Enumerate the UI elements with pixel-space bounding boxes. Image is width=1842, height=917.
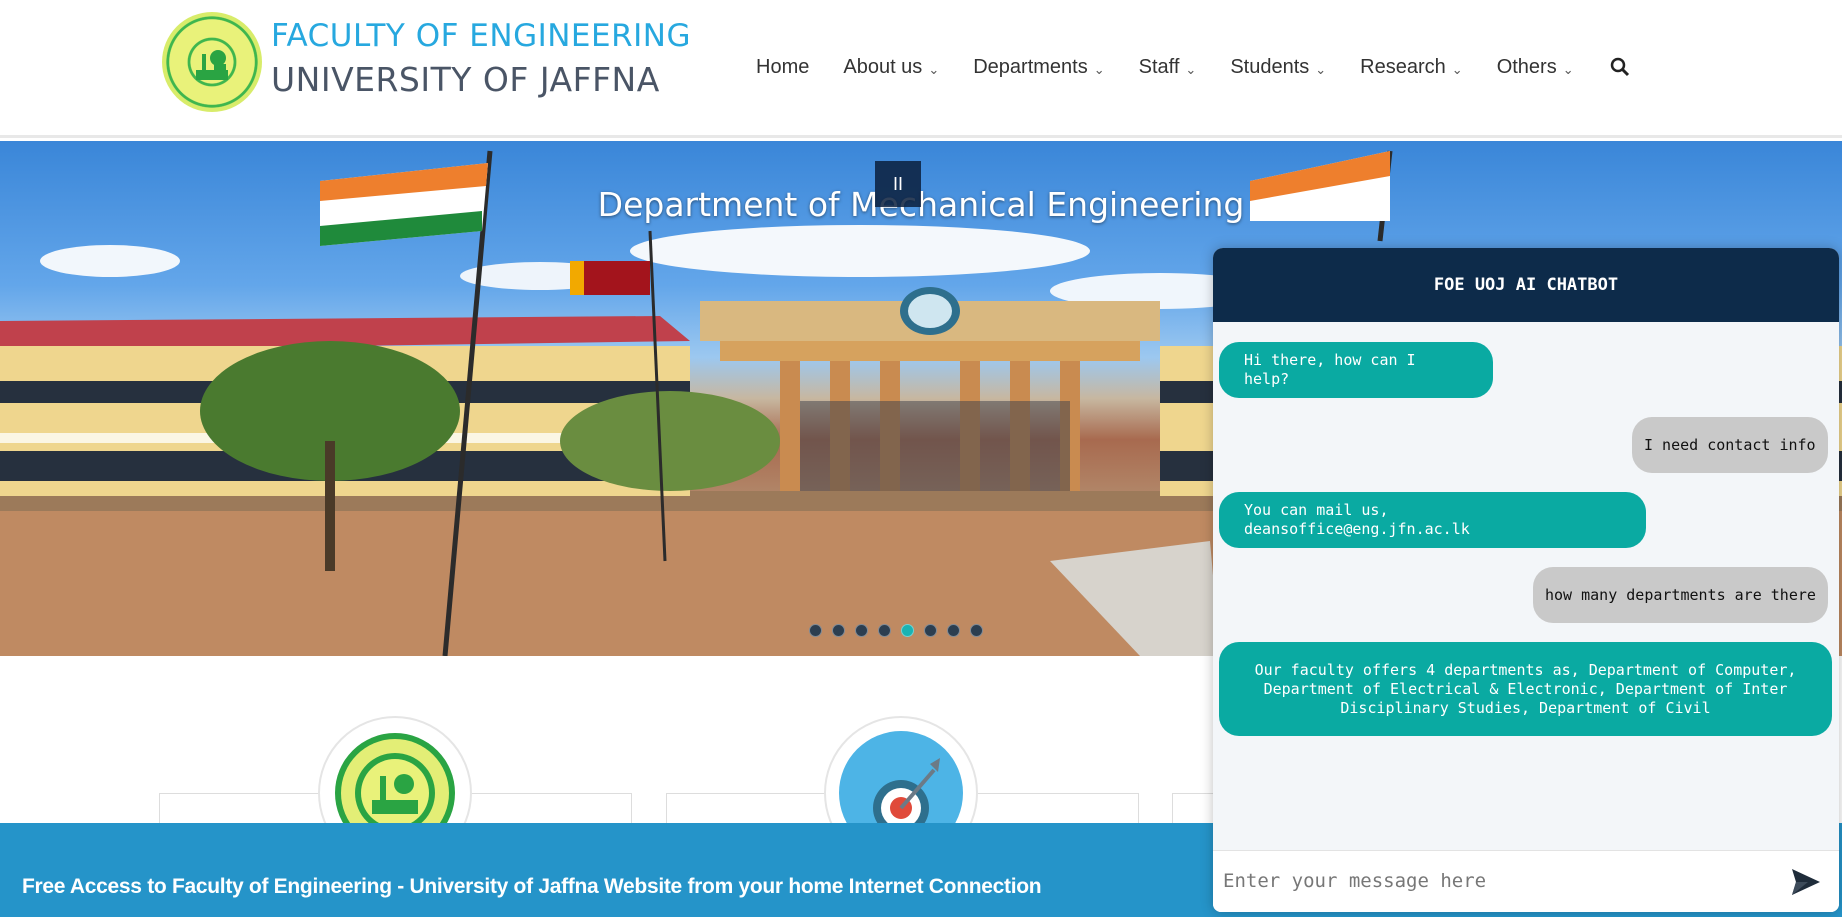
- chat-message-text: Hi there, how can I help?: [1244, 351, 1416, 388]
- nav-about-label: About us: [843, 55, 923, 78]
- chatbot-widget: FOE UOJ AI CHATBOT Hi there, how can I h…: [1213, 248, 1839, 912]
- slider-dot-1[interactable]: [809, 624, 822, 637]
- nav-departments-label: Departments: [973, 55, 1088, 78]
- site-header: FACULTY OF ENGINEERING UNIVERSITY OF JAF…: [0, 0, 1842, 138]
- nav-staff[interactable]: Staff ⌄: [1139, 56, 1197, 79]
- logo-title-faculty[interactable]: FACULTY OF ENGINEERING: [271, 18, 691, 54]
- chat-message-bot: You can mail us, deansoffice@eng.jfn.ac.…: [1219, 492, 1646, 548]
- send-icon[interactable]: [1790, 867, 1822, 897]
- chat-message-user: I need contact info: [1632, 417, 1828, 473]
- banner-text: Free Access to Faculty of Engineering - …: [22, 875, 1042, 898]
- nav-home-label: Home: [756, 55, 810, 78]
- chevron-down-icon: ⌄: [1451, 62, 1463, 77]
- chatbot-title: FOE UOJ AI CHATBOT: [1433, 275, 1619, 295]
- chevron-down-icon: ⌄: [1315, 62, 1327, 77]
- nav-others-label: Others: [1496, 55, 1557, 78]
- chevron-down-icon: ⌄: [1562, 62, 1574, 77]
- chat-message-input[interactable]: [1223, 863, 1763, 899]
- chevron-down-icon: ⌄: [1185, 62, 1197, 77]
- slider-dot-4[interactable]: [878, 624, 891, 637]
- chat-message-text: how many departments are there: [1545, 585, 1816, 604]
- hero-slide-title: Department of Mechanical Engineering: [597, 185, 1245, 224]
- nav-research[interactable]: Research ⌄: [1360, 56, 1463, 79]
- search-icon[interactable]: [1610, 57, 1630, 77]
- nav-about-us[interactable]: About us ⌄: [843, 56, 939, 79]
- chat-message-text: I need contact info: [1644, 435, 1816, 454]
- slider-dot-2[interactable]: [832, 624, 845, 637]
- chat-message-text: You can mail us, deansoffice@eng.jfn.ac.…: [1244, 501, 1470, 538]
- chatbot-header: FOE UOJ AI CHATBOT: [1213, 248, 1839, 322]
- nav-students[interactable]: Students ⌄: [1230, 56, 1326, 79]
- nav-home[interactable]: Home: [756, 56, 809, 79]
- chat-message-user: how many departments are there: [1533, 567, 1828, 623]
- slider-dot-5-active[interactable]: [901, 624, 914, 637]
- pause-icon: II: [892, 173, 903, 194]
- slider-pagination: [809, 624, 993, 637]
- nav-research-label: Research: [1360, 55, 1446, 78]
- nav-departments[interactable]: Departments ⌄: [973, 56, 1104, 79]
- slider-dot-7[interactable]: [947, 624, 960, 637]
- chat-message-bot: Our faculty offers 4 departments as, Dep…: [1219, 642, 1832, 736]
- nav-students-label: Students: [1230, 55, 1310, 78]
- chat-message-bot: Hi there, how can I help?: [1219, 342, 1493, 398]
- nav-staff-label: Staff: [1138, 55, 1180, 78]
- nav-others[interactable]: Others ⌄: [1497, 56, 1574, 79]
- logo-title-university[interactable]: UNIVERSITY OF JAFFNA: [271, 60, 660, 99]
- chevron-down-icon: ⌄: [928, 62, 940, 77]
- main-nav: Home About us ⌄ Departments ⌄ Staff ⌄ Stude…: [756, 52, 1630, 82]
- chevron-down-icon: ⌄: [1093, 62, 1105, 77]
- slider-dot-6[interactable]: [924, 624, 937, 637]
- slider-pause-button[interactable]: II: [875, 161, 921, 207]
- slider-dot-3[interactable]: [855, 624, 868, 637]
- slider-dot-8[interactable]: [970, 624, 983, 637]
- university-seal-logo[interactable]: [162, 12, 262, 112]
- chat-input-bar: [1213, 850, 1839, 912]
- chat-message-text: Our faculty offers 4 departments as, Dep…: [1254, 660, 1797, 717]
